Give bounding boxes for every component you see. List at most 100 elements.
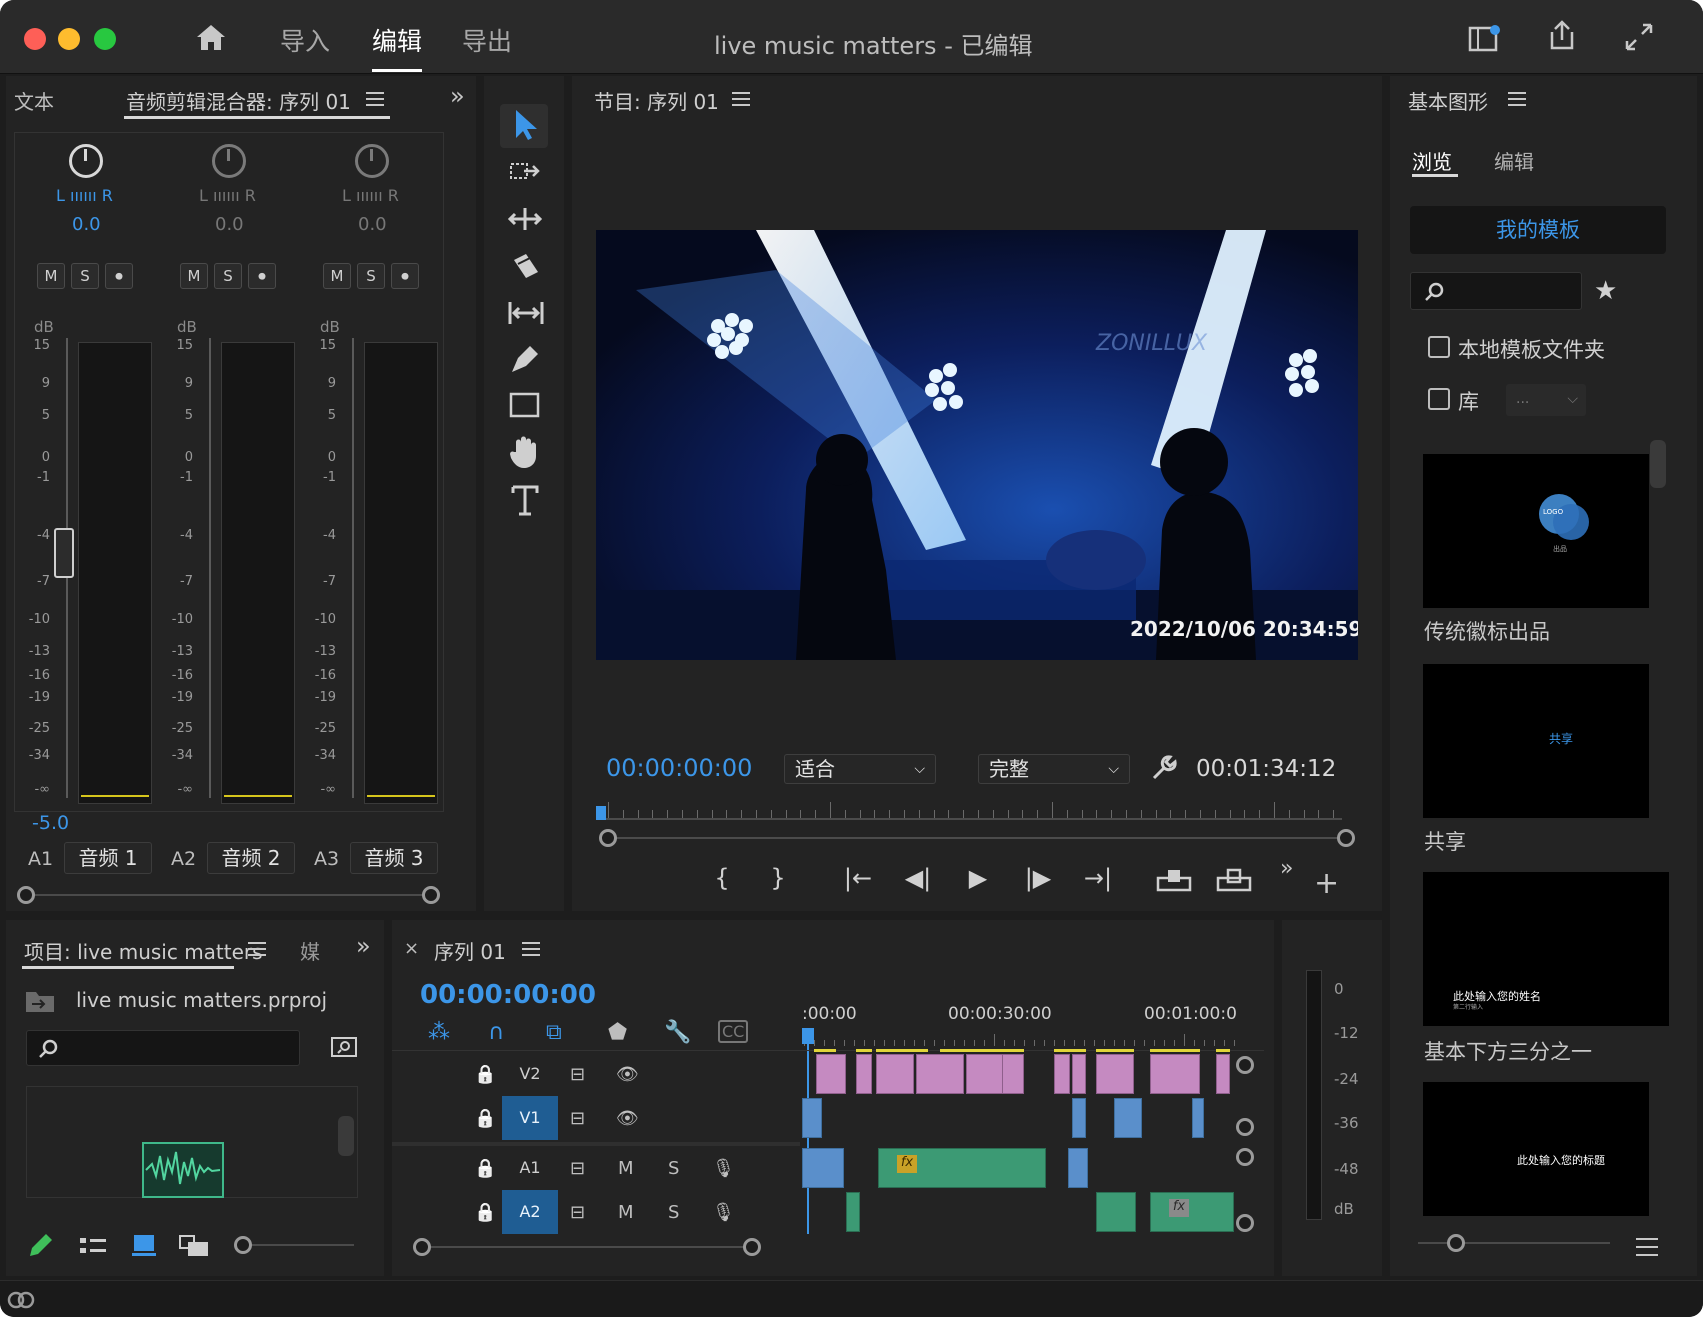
tab-audio-mixer[interactable]: 音频剪辑混合器: 序列 01	[126, 86, 351, 115]
add-marker-icon[interactable]: ⬟	[608, 1020, 627, 1045]
library-checkbox[interactable]	[1428, 388, 1450, 410]
favorites-star-icon[interactable]: ★	[1594, 276, 1617, 306]
template-thumb-lower-third[interactable]: 此处输入您的姓名 第二行输入	[1423, 872, 1669, 1026]
icon-view-icon[interactable]	[130, 1232, 158, 1258]
zoom-window-button[interactable]	[94, 28, 116, 50]
video-clip-v2[interactable]	[1072, 1054, 1086, 1094]
insert-sequence-icon[interactable]: ⁂	[428, 1020, 450, 1045]
overflow-chevron-icon[interactable]: »	[450, 82, 465, 110]
audio-clip-a1[interactable]	[1068, 1148, 1088, 1188]
lock-icon[interactable]: 🔒	[474, 1158, 496, 1179]
essential-graphics-title[interactable]: 基本图形	[1408, 86, 1488, 115]
track-select-tool-icon[interactable]	[508, 158, 544, 192]
timeline-menu-icon[interactable]	[522, 942, 540, 956]
audio-clip-thumb[interactable]	[142, 1142, 224, 1198]
track-target-v2[interactable]: V2	[502, 1052, 558, 1096]
project-overflow-chevron-icon[interactable]: »	[356, 932, 371, 960]
program-monitor-title[interactable]: 节目: 序列 01	[594, 86, 719, 115]
project-search-input[interactable]	[26, 1030, 300, 1066]
video-clip-v2[interactable]	[1096, 1054, 1134, 1094]
template-thumb-share[interactable]: 共享	[1423, 664, 1649, 818]
mixer-scroll-track[interactable]	[26, 894, 432, 896]
lock-icon[interactable]: 🔒	[474, 1108, 496, 1129]
volume-value[interactable]: -5.0	[32, 812, 69, 834]
more-controls-chevron-icon[interactable]: »	[1280, 856, 1293, 881]
fader-track[interactable]	[209, 338, 211, 798]
tab-media[interactable]: 媒	[300, 936, 320, 965]
mute-track-button[interactable]: M	[618, 1158, 634, 1179]
mark-out-button[interactable]: }	[758, 864, 798, 892]
solo-button[interactable]: S	[357, 263, 385, 289]
record-button[interactable]: ⏺	[105, 263, 133, 289]
program-ruler[interactable]	[602, 818, 1342, 820]
ripple-edit-tool-icon[interactable]	[506, 204, 544, 234]
mute-button[interactable]: M	[180, 263, 208, 289]
pan-knob[interactable]	[212, 144, 246, 178]
template-thumb-title[interactable]: 此处输入您的标题	[1423, 1082, 1649, 1216]
track-name-label[interactable]: 音频 2	[207, 842, 295, 874]
program-zoom-start-knob[interactable]	[599, 829, 617, 847]
audio-clip-a2[interactable]	[846, 1192, 860, 1232]
a1-height-knob[interactable]	[1236, 1148, 1254, 1166]
type-tool-icon[interactable]	[510, 484, 540, 518]
program-menu-icon[interactable]	[732, 92, 750, 106]
snap-magnet-icon[interactable]: ∩	[488, 1020, 504, 1045]
workspace-icon[interactable]	[1468, 24, 1502, 52]
timeline-hscroll-start-knob[interactable]	[413, 1238, 431, 1256]
home-icon[interactable]	[194, 22, 228, 52]
play-icon[interactable]: ▶	[958, 864, 998, 892]
tab-browse[interactable]: 浏览	[1412, 146, 1452, 175]
pen-tool-icon[interactable]	[508, 342, 542, 376]
go-to-in-button[interactable]: |←	[838, 864, 878, 892]
graphics-search-input[interactable]	[1410, 272, 1582, 310]
list-view-icon[interactable]	[1636, 1238, 1658, 1256]
record-button[interactable]: ⏺	[391, 263, 419, 289]
library-select[interactable]: ... ⌵	[1506, 384, 1586, 416]
graphics-scrollbar[interactable]	[1650, 440, 1666, 488]
v2-height-knob[interactable]	[1236, 1056, 1254, 1074]
video-clip-v2[interactable]	[876, 1054, 914, 1094]
fader-track[interactable]	[352, 338, 354, 798]
timeline-settings-icon[interactable]: 🔧	[664, 1020, 691, 1045]
video-clip-v2[interactable]	[1216, 1054, 1230, 1094]
find-in-bin-icon[interactable]	[330, 1034, 358, 1060]
project-scrollbar[interactable]	[338, 1116, 354, 1156]
video-clip-v2[interactable]	[1002, 1054, 1024, 1094]
razor-tool-icon[interactable]	[508, 250, 542, 282]
video-clip-v2[interactable]	[816, 1054, 846, 1094]
close-sequence-icon[interactable]: ×	[404, 938, 419, 959]
program-zoom-bar[interactable]	[608, 837, 1342, 839]
selection-tool-icon[interactable]	[512, 108, 538, 142]
tab-edit[interactable]: 编辑	[1494, 146, 1534, 175]
eye-icon[interactable]: 👁	[616, 1108, 639, 1129]
solo-button[interactable]: S	[71, 263, 99, 289]
lock-icon[interactable]: 🔒	[474, 1202, 496, 1223]
audio-clip-a1[interactable]	[802, 1148, 844, 1188]
sync-lock-icon[interactable]: ⊟	[570, 1064, 585, 1085]
step-forward-icon[interactable]: |▶	[1018, 864, 1058, 892]
video-clip-v1[interactable]	[1192, 1098, 1204, 1138]
audio-clip-a2[interactable]	[1096, 1192, 1136, 1232]
timeline-timecode[interactable]: 00:00:00:00	[420, 980, 596, 1010]
voiceover-mic-icon[interactable]: 🎙	[712, 1202, 735, 1223]
track-name-label[interactable]: 音频 3	[350, 842, 438, 874]
volume-fader-handle[interactable]	[54, 528, 74, 578]
tab-text[interactable]: 文本	[14, 86, 54, 115]
lift-icon[interactable]	[1156, 866, 1192, 894]
list-view-icon[interactable]	[78, 1234, 108, 1258]
project-zoom-knob[interactable]	[234, 1236, 252, 1254]
v1-height-knob[interactable]	[1236, 1118, 1254, 1136]
audio-clip-a1[interactable]: fx	[878, 1148, 1046, 1188]
program-zoom-end-knob[interactable]	[1337, 829, 1355, 847]
program-playhead-timecode[interactable]: 00:00:00:00	[606, 754, 752, 782]
timeline-hscroll[interactable]	[420, 1246, 750, 1248]
video-clip-v2[interactable]	[856, 1054, 872, 1094]
mixer-scroll-start-knob[interactable]	[17, 886, 35, 904]
track-target-v1[interactable]: V1	[502, 1096, 558, 1140]
nav-import[interactable]: 导入	[280, 22, 330, 58]
mute-button[interactable]: M	[323, 263, 351, 289]
captions-icon[interactable]: CC	[718, 1020, 749, 1043]
solo-button[interactable]: S	[214, 263, 242, 289]
mixer-scroll-end-knob[interactable]	[422, 886, 440, 904]
track-name-label[interactable]: 音频 1	[64, 842, 152, 874]
